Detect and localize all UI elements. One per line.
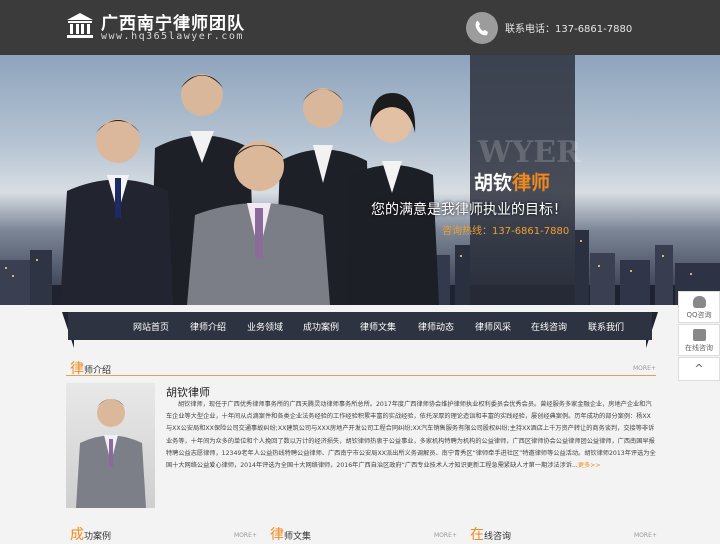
site-url: www.hq365lawyer.com <box>101 31 244 42</box>
chat-icon <box>693 329 706 341</box>
header: 广西南宁律师团队 www.hq365lawyer.com 联系电话：137-68… <box>0 0 720 55</box>
consult-more-link[interactable]: MORE+ <box>634 532 657 539</box>
floating-toolbar: QQ咨询 在线咨询 ^ <box>678 291 720 381</box>
banner-watermark: WYER <box>478 135 581 170</box>
banner-lawyer-name: 胡钦律师 <box>474 172 551 194</box>
contact-phone: 联系电话：137-6861-7880 <box>505 24 633 35</box>
articles-more-link[interactable]: MORE+ <box>434 532 457 539</box>
section-title-articles: 律师文集 <box>270 527 312 543</box>
back-to-top-button[interactable]: ^ <box>678 357 720 381</box>
cases-more-link[interactable]: MORE+ <box>234 532 257 539</box>
nav-item-4[interactable]: 成功案例 <box>303 320 339 333</box>
hero-banner: WYER 胡钦律师 您的满意是我律师执业的目标！ 咨询热线：137-6861-7… <box>0 55 720 305</box>
intro-description: 胡钦律师，现任于广西优秀律师事务所的广西天腾灵动律师事务所总所。2017年度广西… <box>166 401 656 470</box>
nav-item-3[interactable]: 业务领域 <box>247 320 283 333</box>
nav-item-5[interactable]: 律师文集 <box>360 320 396 333</box>
intro-lawyer-name[interactable]: 胡钦律师 <box>166 384 210 400</box>
section-title-consult: 在线咨询 <box>470 527 512 543</box>
nav-item-6[interactable]: 律师动态 <box>418 320 454 333</box>
phone-icon <box>466 12 498 44</box>
banner-phone: 咨询热线：137-6861-7880 <box>442 226 570 237</box>
nav-item-2[interactable]: 律师介绍 <box>190 320 226 333</box>
qq-icon <box>693 296 706 308</box>
nav-item-7[interactable]: 律师风采 <box>475 320 511 333</box>
nav-item-8[interactable]: 在线咨询 <box>531 320 567 333</box>
section-title-cases: 成功案例 <box>70 527 112 543</box>
intro-more-link[interactable]: MORE+ <box>633 365 656 372</box>
qq-consult-button[interactable]: QQ咨询 <box>678 291 720 323</box>
online-consult-button[interactable]: 在线咨询 <box>678 324 720 356</box>
courthouse-logo-icon[interactable] <box>66 11 94 39</box>
intro-divider <box>66 375 656 376</box>
nav-item-1[interactable]: 网站首页 <box>133 320 169 333</box>
nav-item-9[interactable]: 联系我们 <box>588 320 624 333</box>
intro-read-more-link[interactable]: 更多>> <box>578 462 601 469</box>
lawyer-portrait <box>66 383 155 508</box>
lawyer-team-photo <box>60 74 439 305</box>
banner-slogan: 您的满意是我律师执业的目标！ <box>371 202 567 218</box>
